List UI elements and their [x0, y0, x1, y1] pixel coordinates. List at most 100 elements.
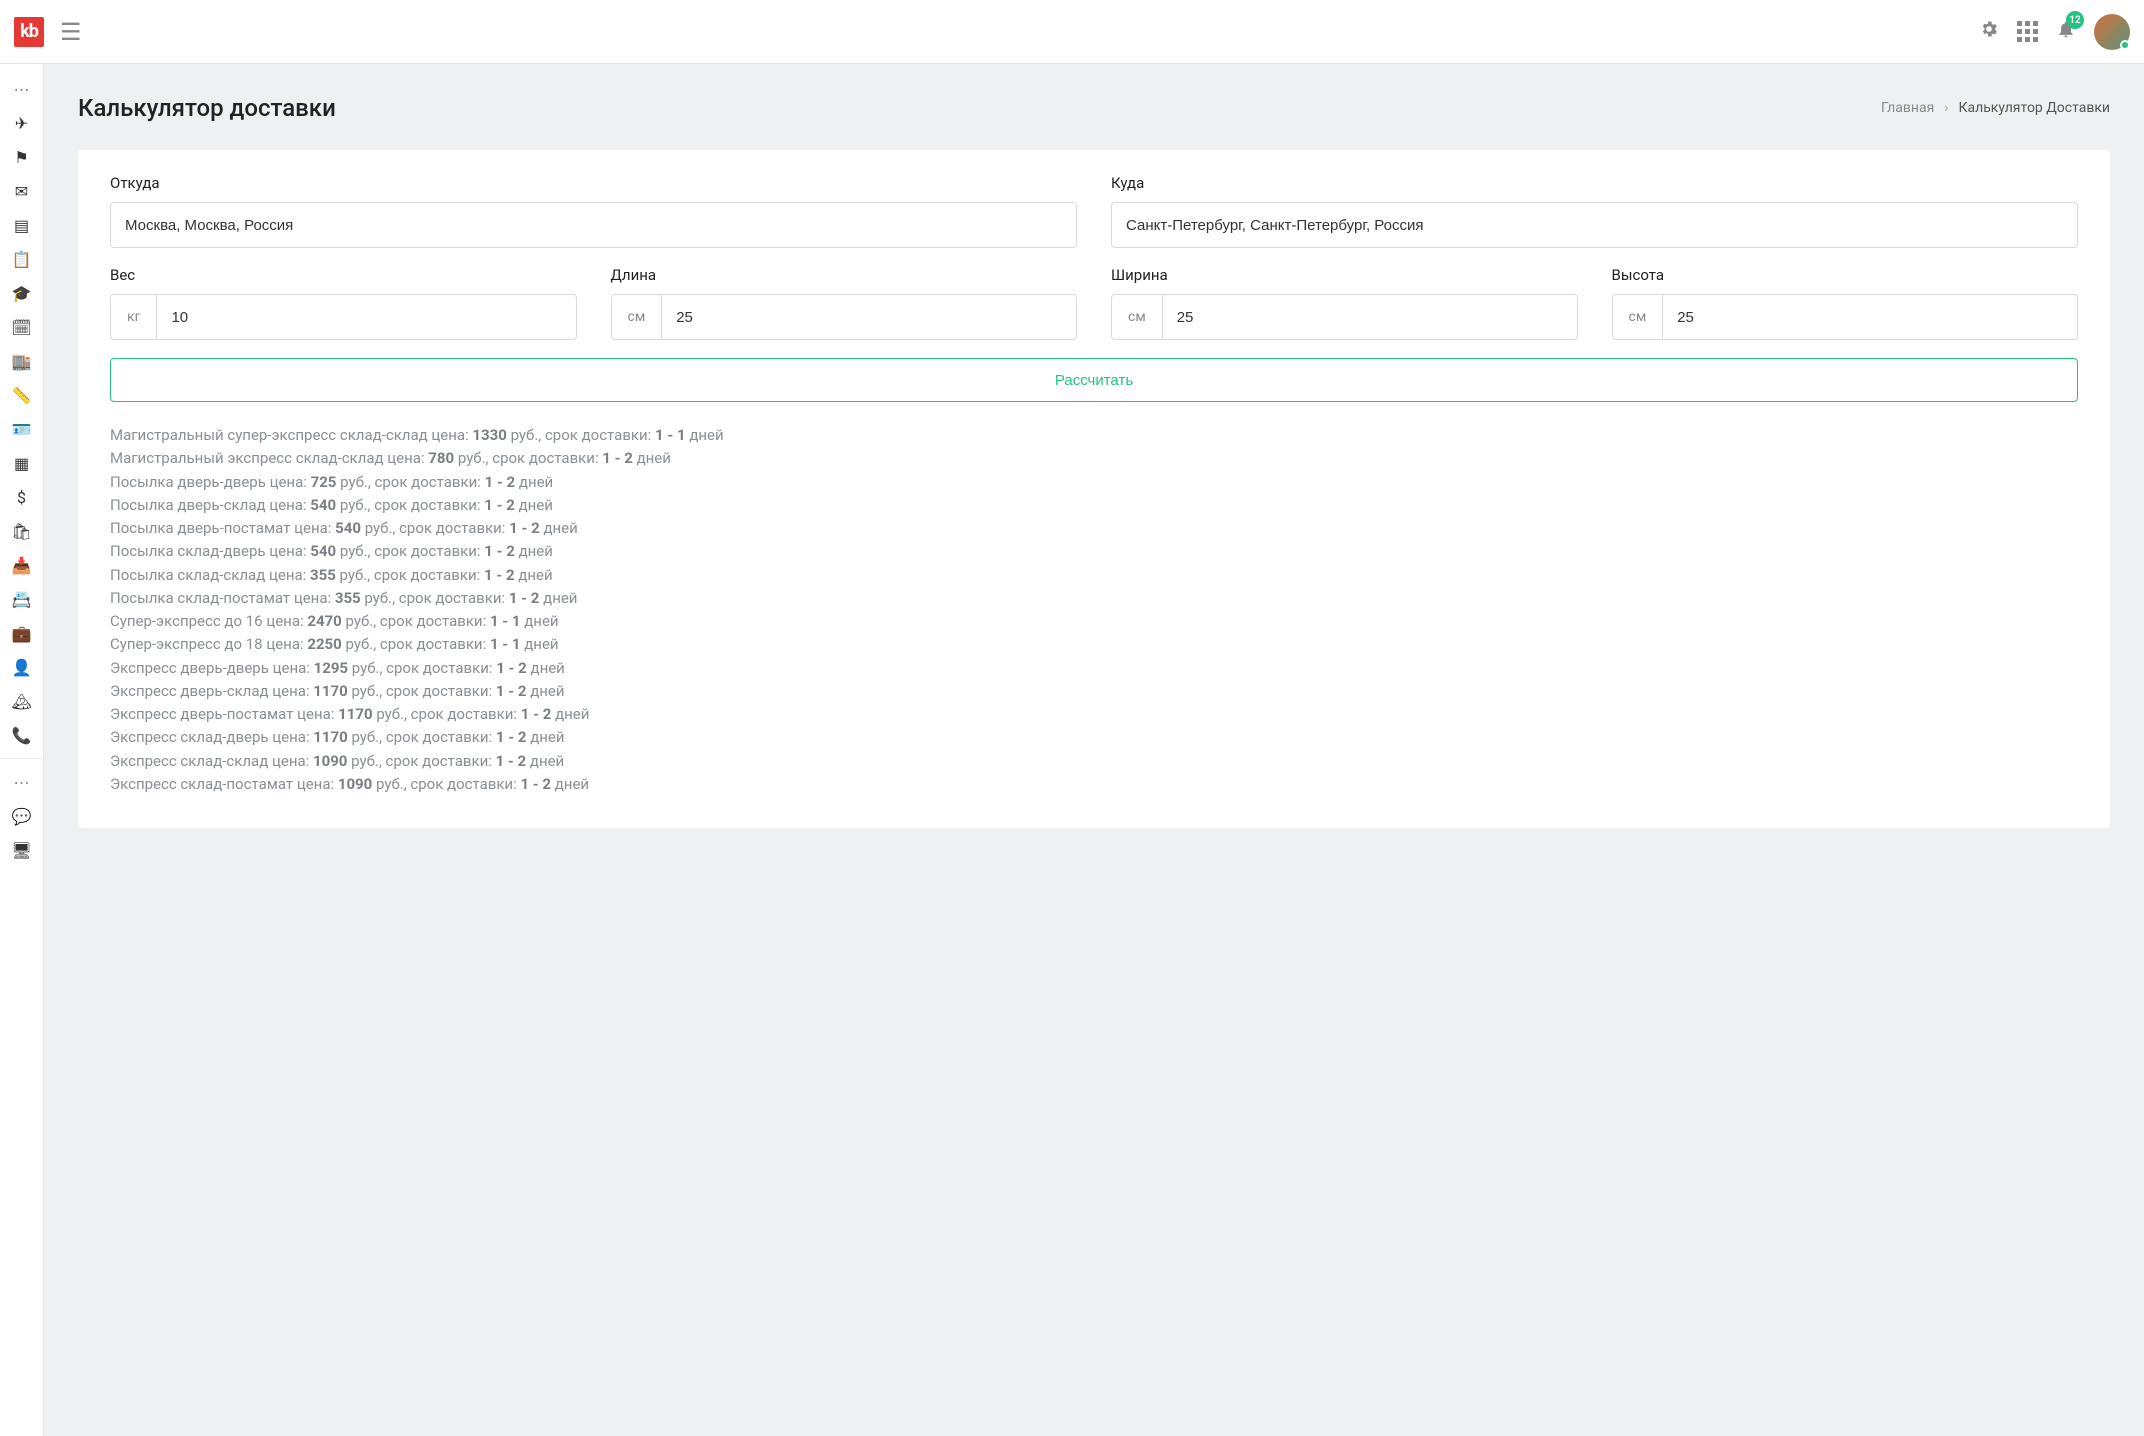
result-price: 1330: [472, 426, 506, 444]
height-label: Высота: [1612, 266, 2079, 284]
breadcrumb-home[interactable]: Главная: [1881, 100, 1934, 116]
mountain-icon[interactable]: 🏔: [0, 684, 44, 718]
breadcrumb: Главная › Калькулятор Доставки: [1881, 100, 2110, 116]
result-days: 1 - 2: [521, 705, 552, 723]
height-input[interactable]: [1662, 294, 2078, 340]
avatar[interactable]: [2094, 14, 2130, 50]
results-list: Магистральный супер-экспресс склад-склад…: [110, 424, 2078, 796]
result-line: Посылка дверь-постамат цена: 540 руб., с…: [110, 517, 2078, 540]
result-price: 355: [335, 589, 361, 607]
ruler-icon[interactable]: 📏: [0, 378, 44, 412]
contact-icon[interactable]: 📇: [0, 582, 44, 616]
result-days: 1 - 1: [655, 426, 686, 444]
clipboard-icon[interactable]: 📋: [0, 242, 44, 276]
hamburger-icon[interactable]: ☰: [60, 18, 82, 46]
result-name: Экспресс склад-склад: [110, 752, 268, 770]
result-days: 1 - 2: [509, 519, 540, 537]
graduation-icon[interactable]: 🎓: [0, 276, 44, 310]
result-days: 1 - 2: [484, 566, 515, 584]
result-price: 725: [311, 473, 337, 491]
more-icon[interactable]: ⋯: [0, 765, 44, 799]
result-line: Экспресс склад-склад цена: 1090 руб., ср…: [110, 750, 2078, 773]
result-name: Посылка дверь-склад: [110, 496, 266, 514]
to-label: Куда: [1111, 174, 2078, 192]
monitor-icon[interactable]: 🖥: [0, 833, 44, 867]
result-days: 1 - 2: [520, 775, 551, 793]
breadcrumb-current: Калькулятор Доставки: [1959, 100, 2111, 116]
result-price: 540: [310, 496, 336, 514]
chat-icon[interactable]: 💬: [0, 799, 44, 833]
gear-icon[interactable]: [1979, 19, 1999, 44]
phone-icon[interactable]: 📞: [0, 718, 44, 752]
apps-icon[interactable]: [2017, 21, 2038, 42]
dollar-icon[interactable]: $: [0, 480, 44, 514]
result-price: 540: [310, 542, 336, 560]
news-icon[interactable]: ▤: [0, 208, 44, 242]
weight-input[interactable]: [156, 294, 576, 340]
result-price: 1295: [314, 659, 348, 677]
result-days: 1 - 2: [509, 589, 540, 607]
calculator-panel: Откуда Куда Вес кг Длина: [78, 150, 2110, 828]
result-name: Магистральный супер-экспресс склад-склад: [110, 426, 428, 444]
result-line: Посылка склад-дверь цена: 540 руб., срок…: [110, 540, 2078, 563]
result-price: 1090: [338, 775, 372, 793]
notifications-count: 12: [2066, 11, 2084, 29]
field-height: Высота см: [1612, 266, 2079, 340]
result-name: Супер-экспресс до 18: [110, 635, 263, 653]
th-icon[interactable]: ▦: [0, 446, 44, 480]
result-line: Супер-экспресс до 18 цена: 2250 руб., ср…: [110, 633, 2078, 656]
field-length: Длина см: [611, 266, 1078, 340]
from-input[interactable]: [110, 202, 1077, 248]
result-name: Супер-экспресс до 16: [110, 612, 263, 630]
result-days: 1 - 1: [490, 635, 521, 653]
result-line: Посылка склад-склад цена: 355 руб., срок…: [110, 564, 2078, 587]
topbar-right: 12: [1979, 14, 2130, 50]
result-name: Экспресс дверь-постамат: [110, 705, 293, 723]
bag-icon[interactable]: 🛍: [0, 514, 44, 548]
result-price: 1170: [338, 705, 372, 723]
to-input[interactable]: [1111, 202, 2078, 248]
sidebar: ⋯✈⚑✉▤📋🎓🗓🏬📏🪪▦$🛍📥📇💼👤🏔📞 ⋯💬🖥: [0, 64, 44, 1436]
calculate-button[interactable]: Рассчитать: [110, 358, 2078, 402]
result-name: Посылка дверь-дверь: [110, 473, 266, 491]
store-icon[interactable]: 🏬: [0, 344, 44, 378]
result-line: Экспресс дверь-склад цена: 1170 руб., ср…: [110, 680, 2078, 703]
presence-dot: [2120, 40, 2130, 50]
result-days: 1 - 2: [496, 659, 527, 677]
result-line: Посылка дверь-склад цена: 540 руб., срок…: [110, 494, 2078, 517]
length-input[interactable]: [661, 294, 1077, 340]
result-name: Экспресс склад-дверь: [110, 728, 269, 746]
content: Калькулятор доставки Главная › Калькулят…: [44, 64, 2144, 1436]
logo-text: kb: [20, 21, 38, 42]
result-price: 1170: [313, 682, 347, 700]
briefcase-icon[interactable]: 💼: [0, 616, 44, 650]
result-line: Магистральный экспресс склад-склад цена:…: [110, 447, 2078, 470]
logo[interactable]: kb: [14, 17, 44, 47]
length-unit: см: [611, 294, 662, 340]
flag-icon[interactable]: ⚑: [0, 140, 44, 174]
result-line: Экспресс дверь-дверь цена: 1295 руб., ср…: [110, 657, 2078, 680]
field-from: Откуда: [110, 174, 1077, 248]
weight-label: Вес: [110, 266, 577, 284]
chevron-right-icon: ›: [1944, 100, 1948, 116]
page-head: Калькулятор доставки Главная › Калькулят…: [78, 94, 2110, 122]
result-name: Экспресс дверь-склад: [110, 682, 269, 700]
result-name: Посылка склад-склад: [110, 566, 265, 584]
user-icon[interactable]: 👤: [0, 650, 44, 684]
notifications-button[interactable]: 12: [2056, 19, 2076, 44]
from-label: Откуда: [110, 174, 1077, 192]
more-icon[interactable]: ⋯: [0, 72, 44, 106]
result-days: 1 - 2: [496, 752, 527, 770]
mail-icon[interactable]: ✉: [0, 174, 44, 208]
width-input[interactable]: [1162, 294, 1578, 340]
result-days: 1 - 2: [485, 473, 516, 491]
field-to: Куда: [1111, 174, 2078, 248]
inbox-icon[interactable]: 📥: [0, 548, 44, 582]
result-price: 540: [335, 519, 361, 537]
calendar-icon[interactable]: 🗓: [0, 310, 44, 344]
plane-icon[interactable]: ✈: [0, 106, 44, 140]
id-card-icon[interactable]: 🪪: [0, 412, 44, 446]
result-name: Экспресс склад-постамат: [110, 775, 293, 793]
result-line: Супер-экспресс до 16 цена: 2470 руб., ср…: [110, 610, 2078, 633]
width-label: Ширина: [1111, 266, 1578, 284]
